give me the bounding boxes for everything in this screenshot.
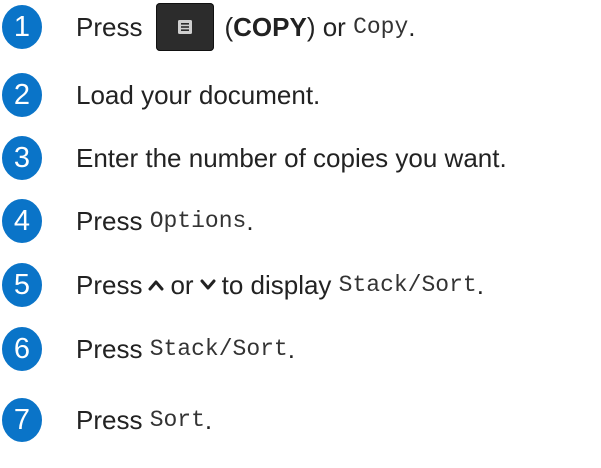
step-number: 4 [13, 204, 31, 237]
period: . [204, 404, 213, 435]
step-number-badge: 2 [2, 73, 42, 117]
press-word: Press [76, 11, 143, 42]
step-text: Press (COPY) or Copy. [76, 2, 416, 52]
to-display: to display [221, 269, 332, 300]
press-word: Press [76, 205, 143, 236]
press-word: Press [76, 333, 143, 364]
stack-sort-mono: Stack/Sort [149, 336, 288, 362]
step-text: Press Options. [76, 196, 254, 246]
period: . [246, 205, 254, 236]
step-number-badge: 7 [2, 398, 42, 442]
press-word: Press [76, 404, 143, 435]
copy-document-icon [178, 20, 193, 34]
chevron-up-icon[interactable] [148, 279, 164, 291]
period: . [408, 11, 416, 42]
step-text: Press or to display Stack/Sort. [76, 260, 484, 310]
or-word: or [170, 269, 194, 300]
copy-label: COPY [233, 11, 307, 42]
step-number: 3 [13, 141, 31, 174]
step-number-badge: 1 [2, 5, 42, 49]
step-number: 2 [13, 78, 31, 111]
step-6: 6 Press Stack/Sort. [0, 324, 601, 374]
step-3: 3 Enter the number of copies you want. [0, 133, 601, 183]
stack-sort-mono: Stack/Sort [338, 272, 477, 298]
step-number-badge: 6 [2, 327, 42, 371]
step-text: Enter the number of copies you want. [76, 142, 507, 173]
close-or: ) or [306, 11, 346, 42]
step-1: 1 Press (COPY) or Copy. [0, 2, 601, 52]
step-number: 7 [13, 403, 31, 436]
options-mono: Options [149, 208, 247, 234]
step-number: 6 [13, 332, 31, 365]
step-number-badge: 3 [2, 136, 42, 180]
press-word: Press [76, 269, 143, 300]
step-text: Press Sort. [76, 395, 212, 445]
open-paren: ( [224, 11, 234, 42]
step-text: Press Stack/Sort. [76, 324, 295, 374]
step-7: 7 Press Sort. [0, 395, 601, 445]
period: . [476, 269, 484, 300]
period: . [287, 333, 295, 364]
step-number-badge: 4 [2, 199, 42, 243]
step-text: Load your document. [76, 79, 321, 110]
copy-button[interactable] [156, 3, 215, 51]
step-2: 2 Load your document. [0, 70, 601, 120]
step-5: 5 Press or to display Stack/Sort. [0, 260, 601, 310]
step-4: 4 Press Options. [0, 196, 601, 246]
chevron-down-icon[interactable] [200, 279, 216, 291]
step-number-badge: 5 [2, 263, 42, 307]
copy-mono: Copy [353, 14, 409, 40]
step-number: 1 [13, 10, 31, 43]
step-number: 5 [13, 268, 31, 301]
sort-mono: Sort [149, 407, 205, 433]
